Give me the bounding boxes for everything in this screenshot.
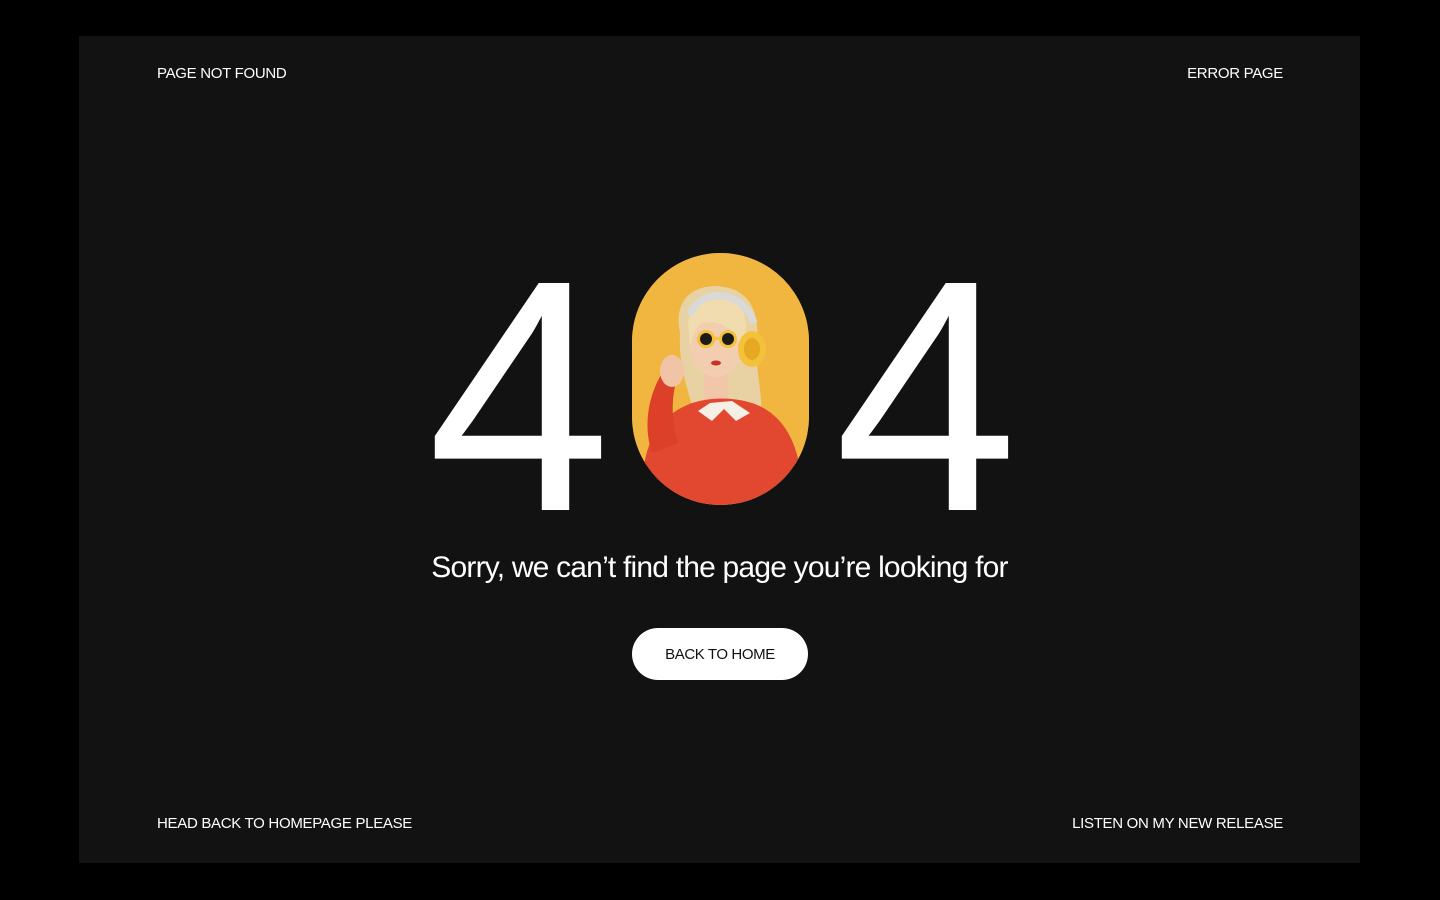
- listen-new-release-link[interactable]: LISTEN ON MY NEW RELEASE: [1072, 815, 1283, 833]
- digit-four-right: 4: [834, 211, 1018, 580]
- not-found-message: Sorry, we can’t find the page you’re loo…: [431, 551, 1008, 584]
- head-back-homepage-link[interactable]: HEAD BACK TO HOMEPAGE PLEASE: [157, 815, 412, 833]
- error-page-frame: PAGE NOT FOUND ERROR PAGE 4 4 Sorry, we …: [79, 36, 1360, 863]
- page-not-found-label: PAGE NOT FOUND: [157, 65, 287, 82]
- digit-four-left: 4: [427, 211, 611, 580]
- headphones-woman-illustration: [632, 253, 809, 505]
- zero-photo-woman-headphones: [632, 253, 809, 505]
- error-page-label: ERROR PAGE: [1187, 65, 1283, 82]
- back-to-home-button[interactable]: BACK TO HOME: [632, 628, 808, 680]
